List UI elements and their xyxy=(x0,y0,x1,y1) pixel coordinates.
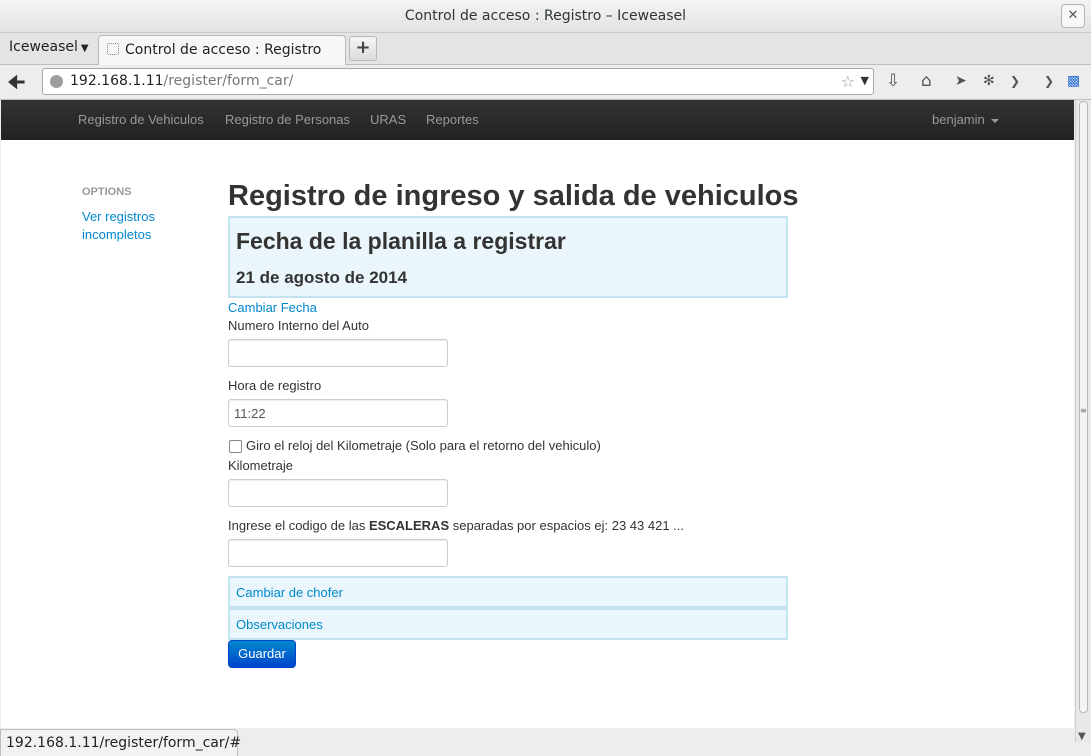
web-page: Registro de Vehiculos Registro de Person… xyxy=(1,100,1074,728)
home-icon[interactable]: ⌂ xyxy=(921,71,932,91)
page-title: Registro de ingreso y salida de vehiculo… xyxy=(228,180,799,212)
reloj-checkbox-label: Giro el reloj del Kilometraje (Solo para… xyxy=(246,438,601,453)
escaleras-label-post: separadas por espacios ej: 23 43 421 ... xyxy=(449,518,685,533)
site-navbar: Registro de Vehiculos Registro de Person… xyxy=(1,100,1074,140)
chevron-down-icon: ▼ xyxy=(80,43,89,54)
escaleras-label-pre: Ingrese el codigo de las xyxy=(228,518,369,533)
app-menu-label: Iceweasel xyxy=(9,39,78,55)
url-path: /register/form_car/ xyxy=(163,73,294,89)
window-titlebar: Control de acceso : Registro – Iceweasel… xyxy=(0,0,1091,33)
browser-tab[interactable]: Control de acceso : Registro xyxy=(98,35,346,65)
nav-registro-personas[interactable]: Registro de Personas xyxy=(225,112,350,127)
tab-bar: Iceweasel ▼ Control de acceso : Registro … xyxy=(0,33,1091,65)
cambiar-chofer-link[interactable]: Cambiar de chofer xyxy=(236,585,343,600)
observaciones-link[interactable]: Observaciones xyxy=(236,617,323,632)
panel-observaciones: Observaciones xyxy=(228,608,788,640)
date-heading: Fecha de la planilla a registrar xyxy=(236,228,566,254)
nav-uras[interactable]: URAS xyxy=(370,112,406,127)
hora-label: Hora de registro xyxy=(228,378,322,393)
page-favicon-icon xyxy=(107,43,119,55)
url-text: 192.168.1.11/register/form_car/ xyxy=(70,73,293,89)
download-icon[interactable]: ⇩ xyxy=(886,71,900,91)
numero-label: Numero Interno del Auto xyxy=(228,318,369,333)
tab-label: Control de acceso : Registro xyxy=(125,42,322,58)
nav-reportes[interactable]: Reportes xyxy=(426,112,479,127)
escaleras-label: Ingrese el codigo de las ESCALERAS separ… xyxy=(228,518,684,533)
send-icon[interactable]: ➤ xyxy=(955,71,967,91)
escaleras-label-bold: ESCALERAS xyxy=(368,518,450,533)
status-url: 192.168.1.11/register/form_car/# xyxy=(6,735,242,751)
bottom-strip xyxy=(238,742,1091,756)
new-tab-button[interactable]: + xyxy=(349,36,377,61)
overflow-chevron-icon[interactable]: ❯ xyxy=(1044,71,1054,91)
sidebar-header: OPTIONS xyxy=(82,186,132,198)
window-close-icon[interactable]: ✕ xyxy=(1061,4,1085,28)
status-bar: 192.168.1.11/register/form_car/# xyxy=(0,729,242,756)
km-label: Kilometraje xyxy=(228,458,294,473)
date-well: Fecha de la planilla a registrar 21 de a… xyxy=(228,216,788,298)
app-menu-button[interactable]: Iceweasel ▼ xyxy=(9,39,89,55)
url-dropdown-icon[interactable]: ▼ xyxy=(861,74,869,87)
url-bar[interactable]: 192.168.1.11/register/form_car/ ☆ ▼ xyxy=(42,68,874,95)
user-menu[interactable]: benjamin xyxy=(932,112,999,127)
date-value: 21 de agosto de 2014 xyxy=(236,268,408,287)
back-arrow-icon[interactable]: 🠈 xyxy=(7,72,26,92)
nav-registro-vehiculos[interactable]: Registro de Vehiculos xyxy=(78,112,204,127)
numero-input[interactable] xyxy=(228,339,448,367)
user-name: benjamin xyxy=(932,112,985,127)
guardar-button[interactable]: Guardar xyxy=(228,640,296,668)
panel-chofer: Cambiar de chofer xyxy=(228,576,788,608)
addon-square-icon[interactable]: ▩ xyxy=(1067,71,1080,91)
bookmark-star-icon[interactable]: ☆ xyxy=(841,72,855,91)
escaleras-input[interactable] xyxy=(228,539,448,567)
reloj-checkbox[interactable] xyxy=(229,440,242,453)
change-date-link[interactable]: Cambiar Fecha xyxy=(228,300,317,315)
window-title: Control de acceso : Registro – Iceweasel xyxy=(404,8,687,24)
browser-toolbar: 🠈 192.168.1.11/register/form_car/ ☆ ▼ ⇩ … xyxy=(0,65,1091,100)
sidebar-link-incompletos[interactable]: Ver registros incompletos xyxy=(82,208,192,244)
page-scrollbar[interactable]: ≡ ▼ xyxy=(1075,100,1090,742)
scrollbar-grip-icon: ≡ xyxy=(1080,406,1087,415)
caret-down-icon xyxy=(990,118,999,123)
km-input[interactable] xyxy=(228,479,448,507)
url-host: 192.168.1.11 xyxy=(70,73,164,89)
addon-bug-icon[interactable]: ✻ xyxy=(983,71,995,91)
hora-input[interactable] xyxy=(228,399,448,427)
addon-dropdown-icon[interactable]: ❯ xyxy=(1010,71,1020,91)
globe-icon xyxy=(50,75,63,88)
scroll-down-arrow-icon[interactable]: ▼ xyxy=(1078,731,1086,742)
